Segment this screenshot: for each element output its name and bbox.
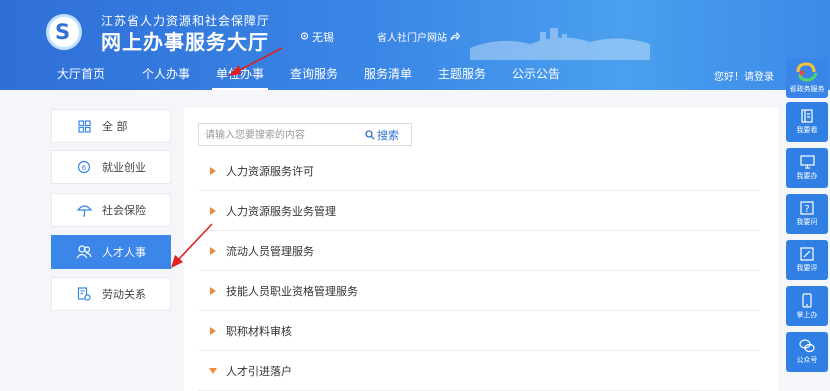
collapsed-triangle-icon (210, 246, 216, 255)
right-bar-view[interactable]: 我要看 (786, 102, 828, 142)
right-bar-label: 省政务服务 (789, 85, 825, 93)
category-employment[interactable]: 6 就业创业 (51, 150, 171, 184)
category-label: 就业创业 (102, 161, 146, 174)
list-item-label: 流动人员管理服务 (226, 244, 314, 258)
edit-icon (800, 247, 814, 261)
right-bar-label: 公众号 (796, 356, 818, 364)
right-bar-gov-service[interactable]: 省政务服务 (786, 58, 828, 98)
list-item-label: 职称材料审核 (226, 324, 292, 338)
list-item[interactable]: 技能人员职业资格管理服务 (198, 271, 760, 311)
right-bar-ask[interactable]: ? 我要问 (786, 194, 828, 234)
category-social-insurance[interactable]: 社会保险 (51, 193, 171, 227)
hall-name: 网上办事服务大厅 (101, 30, 269, 54)
portal-link[interactable]: 省人社门户网站 (377, 29, 460, 44)
hrss-logo[interactable]: S (46, 14, 82, 50)
search-bar: 搜索 (198, 123, 412, 146)
header-banner: S 江苏省人力资源和社会保障厅 网上办事服务大厅 无锡 省人社门户网站 大厅首页… (0, 0, 830, 90)
right-bar-mobile[interactable]: 掌上办 (786, 286, 828, 326)
nav-item-personal[interactable]: 个人办事 (142, 65, 190, 82)
nav-item-service-list[interactable]: 服务清单 (364, 65, 412, 82)
main-nav: 大厅首页 个人办事 单位办事 查询服务 服务清单 主题服务 公示公告 您好！请登… (0, 60, 830, 90)
right-bar-label: 我要问 (796, 218, 818, 226)
category-all[interactable]: 全 部 (51, 109, 171, 143)
monitor-icon (799, 155, 815, 169)
nav-item-query[interactable]: 查询服务 (290, 65, 338, 82)
collapsed-triangle-icon (210, 326, 216, 335)
nav-item-unit[interactable]: 单位办事 (212, 65, 269, 90)
phone-icon (802, 292, 812, 308)
login-link[interactable]: 您好！请登录 (714, 68, 774, 83)
list-item-label: 人力资源服务业务管理 (226, 204, 336, 218)
collapsed-triangle-icon (210, 286, 216, 295)
category-label: 劳动关系 (102, 288, 146, 301)
collapsed-triangle-icon (210, 206, 216, 215)
question-icon: ? (800, 201, 814, 215)
share-arrow-icon (450, 32, 460, 41)
list-item-label: 人才引进落户 (226, 364, 292, 378)
search-button[interactable]: 搜索 (365, 127, 399, 143)
right-bar-label: 掌上办 (796, 310, 818, 319)
document-icon (76, 286, 92, 302)
book-icon (801, 109, 813, 123)
city-skyline-decoration (470, 28, 650, 60)
list-item[interactable]: 人力资源服务业务管理 (198, 191, 760, 231)
location-pin-icon (300, 32, 309, 40)
people-icon (76, 244, 92, 260)
umbrella-icon (76, 202, 92, 218)
city-selector[interactable]: 无锡 (300, 29, 334, 45)
badge-icon: 6 (76, 159, 92, 175)
svg-text:6: 6 (82, 164, 87, 172)
nav-item-home[interactable]: 大厅首页 (57, 65, 105, 82)
search-button-label: 搜索 (377, 129, 399, 142)
gov-service-logo-icon (796, 62, 818, 82)
right-bar-wechat[interactable]: 公众号 (786, 332, 828, 372)
portal-link-label: 省人社门户网站 (377, 33, 447, 44)
right-bar-handle[interactable]: 我要办 (786, 148, 828, 188)
search-icon (365, 130, 375, 140)
list-item-label: 人力资源服务许可 (226, 164, 314, 178)
list-item-label: 技能人员职业资格管理服务 (226, 284, 358, 298)
city-label: 无锡 (312, 31, 334, 44)
right-bar-rate[interactable]: 我要评 (786, 240, 828, 280)
category-labor-relations[interactable]: 劳动关系 (51, 277, 171, 311)
list-item[interactable]: 人才引进落户 (198, 351, 760, 391)
list-item[interactable]: 人力资源服务许可 (198, 151, 760, 191)
nav-item-notice[interactable]: 公示公告 (512, 65, 560, 82)
right-bar-label: 我要评 (796, 264, 818, 272)
list-item[interactable]: 流动人员管理服务 (198, 231, 760, 271)
right-bar-label: 我要看 (796, 126, 818, 134)
search-input[interactable] (205, 127, 345, 143)
right-bar-label: 我要办 (796, 172, 818, 180)
wechat-icon (799, 339, 815, 353)
category-label: 全 部 (102, 120, 128, 133)
category-talent-personnel[interactable]: 人才人事 (51, 235, 171, 269)
list-item[interactable]: 职称材料审核 (198, 311, 760, 351)
collapsed-triangle-icon (210, 166, 216, 175)
category-label: 人才人事 (102, 246, 146, 259)
svg-text:?: ? (804, 204, 809, 215)
nav-item-theme[interactable]: 主题服务 (438, 65, 486, 82)
grid-icon (76, 118, 92, 134)
expanded-triangle-icon (209, 367, 217, 374)
category-label: 社会保险 (102, 204, 146, 217)
